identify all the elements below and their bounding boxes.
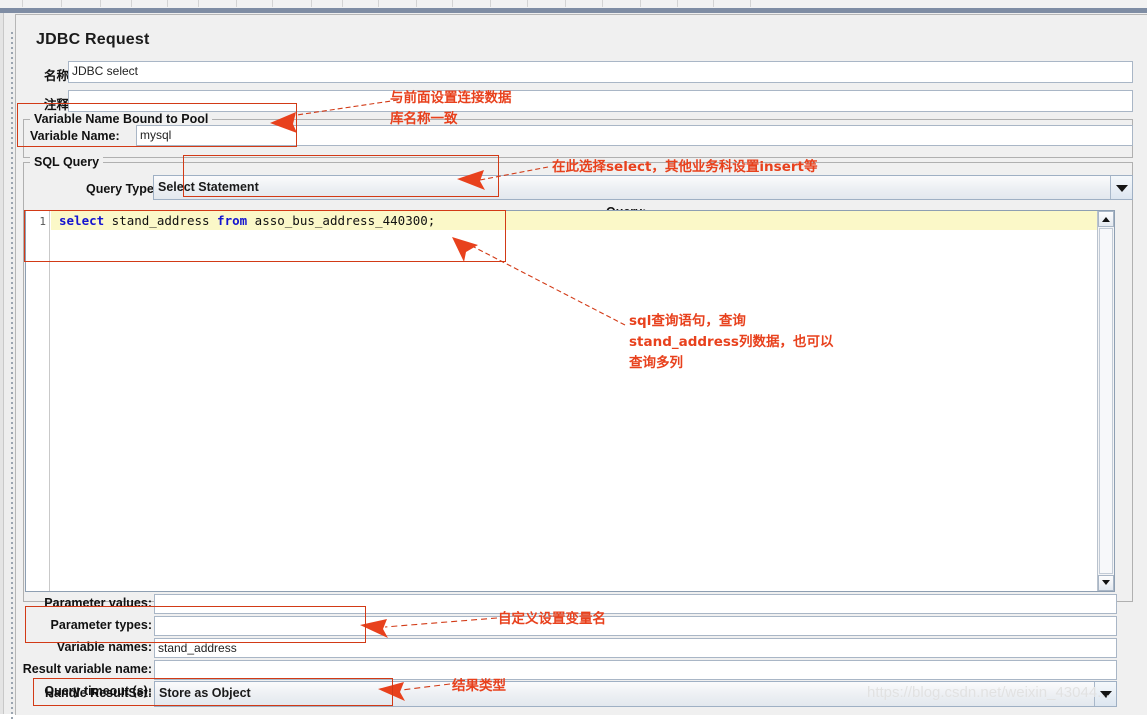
- sql-query-title: SQL Query: [30, 155, 104, 169]
- variable-name-label: Variable Name:: [30, 129, 120, 143]
- field-label-1: Parameter types:: [50, 618, 152, 632]
- scroll-up-button[interactable]: [1098, 211, 1114, 227]
- handle-resultset-value: Store as Object: [159, 686, 251, 700]
- query-type-dropdown-arrow-box[interactable]: [1110, 176, 1132, 199]
- query-type-value: Select Statement: [158, 180, 259, 194]
- toolbar-tick-group: [0, 0, 790, 7]
- query-type-combo[interactable]: Select Statement: [153, 175, 1133, 200]
- caret-up-icon: [1102, 217, 1110, 222]
- comment-input[interactable]: [68, 90, 1133, 112]
- jmeter-jdbc-request-window: JDBC Request 名称: JDBC select 注释: Variabl…: [0, 0, 1147, 722]
- sql-token-columns: stand_address: [104, 213, 218, 228]
- annotation-text-sql: sql查询语句，查询 stand_address列数据，也可以 查询多列: [629, 313, 834, 371]
- watermark: https://blog.csdn.net/weixin_43044...: [867, 684, 1110, 701]
- field-label-5: Handle ResultSet:: [45, 686, 152, 700]
- field-input-1[interactable]: [154, 616, 1117, 636]
- sql-editor-line-number: 1: [39, 215, 46, 228]
- field-input-3[interactable]: [154, 660, 1117, 680]
- annotation-text-query-type: 在此选择select，其他业务科设置insert等: [552, 159, 818, 175]
- window-divider-bar: [0, 8, 1147, 13]
- variable-name-bound-to-pool-title: Variable Name Bound to Pool: [30, 112, 213, 126]
- field-input-0[interactable]: [154, 594, 1117, 614]
- sql-editor-line-1[interactable]: select stand_address from asso_bus_addre…: [51, 211, 1097, 230]
- field-label-2: Variable names:: [56, 640, 152, 654]
- field-label-0: Parameter values:: [44, 596, 152, 610]
- comment-label: 注释:: [44, 97, 74, 112]
- caret-down-icon: [1102, 580, 1110, 585]
- sql-token-table: asso_bus_address_440300;: [247, 213, 436, 228]
- annotation-text-pool: 与前面设置连接数据 库名称一致: [390, 90, 512, 127]
- field-input-2[interactable]: stand_address: [154, 638, 1117, 658]
- chevron-down-icon: [1115, 184, 1128, 192]
- sql-editor-code-area[interactable]: select stand_address from asso_bus_addre…: [51, 211, 1097, 591]
- sql-editor-vertical-scrollbar[interactable]: [1097, 211, 1114, 591]
- annotation-text-variable-names: 自定义设置变量名: [498, 611, 606, 627]
- page-title: JDBC Request: [36, 31, 150, 48]
- annotation-text-handle-resultset: 结果类型: [452, 678, 506, 694]
- name-label: 名称:: [44, 68, 74, 83]
- variable-name-input[interactable]: mysql: [136, 125, 1133, 146]
- scroll-down-button[interactable]: [1098, 575, 1114, 591]
- field-label-3: Result variable name:: [22, 662, 152, 676]
- sql-keyword-select: select: [59, 213, 105, 228]
- name-input[interactable]: JDBC select: [68, 61, 1133, 83]
- sql-editor-gutter: 1: [26, 211, 50, 591]
- sql-editor[interactable]: 1 select stand_address from asso_bus_add…: [25, 210, 1115, 592]
- scrollbar-thumb[interactable]: [1099, 228, 1113, 574]
- sql-keyword-from: from: [217, 213, 248, 228]
